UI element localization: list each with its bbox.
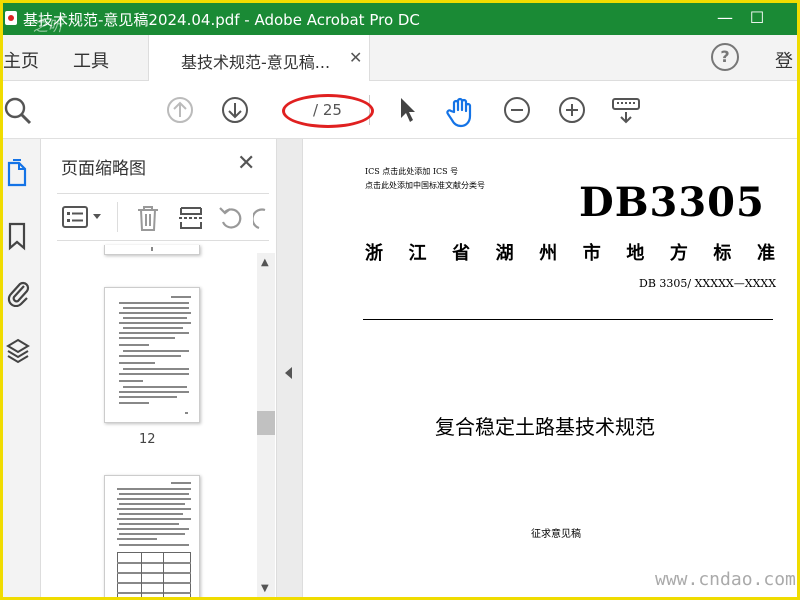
panel-toolbar-divider <box>117 202 118 232</box>
previous-page-icon[interactable] <box>166 96 194 124</box>
title-bar: 基技术规范-意见稿2024.04.pdf - Adobe Acrobat Pro… <box>3 3 797 35</box>
keyboard-icon[interactable] <box>611 96 641 126</box>
document-page: ICS 点击此处添加 ICS 号 点击此处添加中国标准文献分类号 DB3305 … <box>303 139 797 597</box>
maximize-button[interactable]: ☐ <box>743 7 771 29</box>
search-icon[interactable] <box>3 96 33 126</box>
close-tab-icon[interactable]: ✕ <box>349 48 362 67</box>
header-rule <box>363 319 773 320</box>
annotation-ellipse <box>282 94 374 128</box>
db-code: DB3305 <box>579 179 765 226</box>
tab-document[interactable]: 基技术规范-意见稿... ✕ <box>148 35 370 82</box>
page-thumbnail-13[interactable] <box>104 475 200 597</box>
standard-name: 浙 江 省 湖 州 市 地 方 标 准 <box>365 243 775 264</box>
standard-number: DB 3305/ XXXXX—XXXX <box>639 277 777 290</box>
layers-icon[interactable] <box>5 337 31 367</box>
scroll-up-icon[interactable]: ▲ <box>261 257 269 268</box>
scroll-down-icon[interactable]: ▼ <box>261 583 269 594</box>
watermark-top: 之听 <box>33 17 64 35</box>
select-cursor-icon[interactable] <box>397 96 419 124</box>
panel-toolbar <box>57 193 269 241</box>
attachment-icon[interactable] <box>5 277 31 307</box>
thumbnail-scrollbar[interactable]: ▲ ▼ <box>257 253 275 597</box>
watermark-bottom: www.cndao.com <box>655 569 796 590</box>
scrollbar-thumb[interactable] <box>257 411 275 435</box>
zoom-out-icon[interactable] <box>503 96 531 124</box>
delete-page-icon[interactable] <box>135 204 161 232</box>
main-toolbar: / 25 <box>3 81 797 139</box>
acrobat-app-icon <box>5 11 17 25</box>
sign-in-link[interactable]: 登 <box>775 47 793 73</box>
window-title: 基技术规范-意见稿2024.04.pdf - Adobe Acrobat Pro… <box>23 11 420 29</box>
ics-block: ICS 点击此处添加 ICS 号 点击此处添加中国标准文献分类号 <box>365 165 485 193</box>
extract-page-icon[interactable] <box>177 204 205 232</box>
zoom-in-icon[interactable] <box>558 96 586 124</box>
collapse-arrow-icon[interactable] <box>285 367 292 379</box>
acrobat-window: 基技术规范-意见稿2024.04.pdf - Adobe Acrobat Pro… <box>3 3 797 597</box>
document-tab-label: 基技术规范-意见稿... <box>181 53 331 72</box>
next-page-icon[interactable] <box>221 96 249 124</box>
page-thumbnail-11[interactable] <box>104 245 200 255</box>
thumbnail-page-label: 12 <box>139 432 156 447</box>
page-thumbnails-icon[interactable] <box>5 159 31 189</box>
rotate-right-icon[interactable] <box>253 204 267 232</box>
tab-tools[interactable]: 工具 <box>73 47 109 73</box>
tab-bar: 主页 工具 基技术规范-意见稿... ✕ ? 登 <box>3 35 797 82</box>
tab-home[interactable]: 主页 <box>3 47 39 73</box>
help-icon[interactable]: ? <box>711 43 739 71</box>
hand-tool-icon[interactable] <box>445 96 479 128</box>
document-title: 复合稳定土路基技术规范 <box>435 415 655 439</box>
rotate-left-icon[interactable] <box>217 204 245 232</box>
panel-close-icon[interactable]: ✕ <box>237 151 255 176</box>
draft-note: 征求意见稿 <box>531 529 581 540</box>
ics-line-1: ICS 点击此处添加 ICS 号 <box>365 167 459 176</box>
panel-title: 页面缩略图 <box>61 159 146 179</box>
minimize-button[interactable]: — <box>711 7 739 29</box>
thumbnail-options-icon[interactable] <box>61 204 105 230</box>
panel-collapse-strip[interactable] <box>277 139 303 597</box>
page-thumbnails-panel: 页面缩略图 ✕ 12 ▲ ▼ <box>41 139 277 597</box>
page-thumbnail-12[interactable] <box>104 287 200 423</box>
navigation-rail <box>3 139 41 597</box>
ics-line-2: 点击此处添加中国标准文献分类号 <box>365 181 485 190</box>
bookmark-icon[interactable] <box>5 221 29 251</box>
